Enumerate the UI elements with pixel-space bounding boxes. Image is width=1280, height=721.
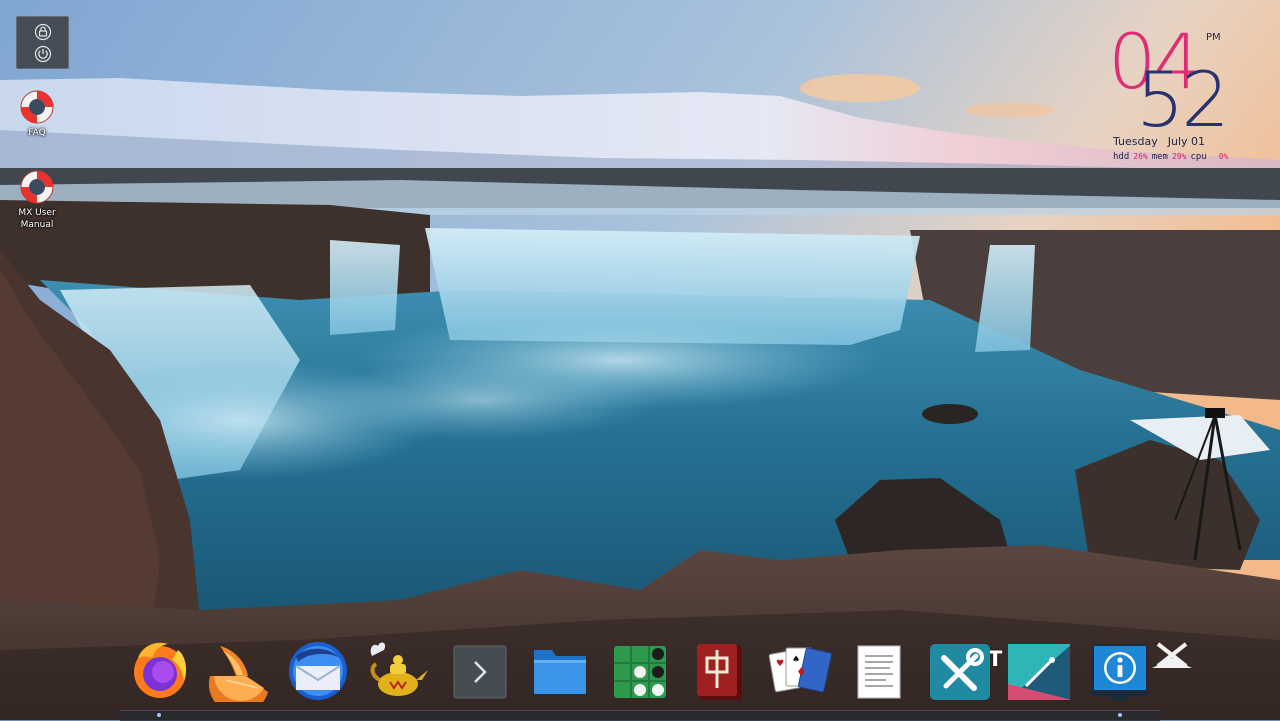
playing-cards-icon: ♥ ♠ ♦ (768, 647, 832, 693)
clementine-icon (208, 646, 268, 702)
thunderbird-icon (289, 642, 347, 700)
lifebuoy-icon (20, 90, 54, 124)
folder-icon (534, 650, 586, 694)
genie-lamp-icon (370, 642, 428, 696)
desktop-icon-mx-user-manual[interactable]: MX User Manual (7, 168, 67, 231)
dock-item-file-manager[interactable] (528, 636, 592, 706)
clock-widget: 04 52 PM Tuesday July 01 hdd 26% mem 29% cpu 0… (1108, 20, 1278, 164)
tweak-icon (1008, 644, 1070, 700)
hdd-value: 26% (1133, 152, 1148, 161)
dock-running-indicator (1118, 713, 1122, 717)
dock-item-thunderbird[interactable] (286, 636, 350, 706)
svg-text:♦: ♦ (796, 665, 807, 679)
clock-ampm: PM (1206, 32, 1221, 43)
power-icon[interactable] (34, 45, 52, 63)
wrench-cross-icon (1152, 642, 1192, 668)
mem-value: 29% (1171, 152, 1187, 161)
dock-item-settings[interactable] (1150, 636, 1214, 706)
info-icon (1092, 644, 1148, 700)
dock-item-text-editor[interactable] (848, 636, 912, 706)
dock: T ir (120, 636, 1200, 710)
firefox-icon (134, 642, 186, 698)
mem-label: mem (1151, 152, 1168, 162)
dock-item-firefox[interactable] (128, 636, 192, 706)
desktop-wallpaper (0, 0, 1280, 720)
terminal-icon (453, 645, 507, 699)
clock-minute: 52 (1136, 55, 1230, 144)
dock-running-indicator (157, 713, 161, 717)
dock-item-mx-tweak[interactable] (1006, 636, 1070, 706)
lifebuoy-icon (20, 170, 54, 204)
document-icon (857, 645, 901, 699)
tools-icon (930, 644, 990, 700)
mahjong-tile-icon (697, 644, 742, 700)
dock-bar (120, 710, 1160, 721)
svg-text:♥: ♥ (776, 659, 784, 669)
clock-date-value: July 01 (1167, 135, 1206, 148)
clock-day: Tuesday (1113, 135, 1158, 148)
session-panel (16, 16, 69, 69)
reversi-icon (614, 646, 666, 698)
cpu-label: cpu (1190, 152, 1207, 162)
dock-item-clementine[interactable] (206, 636, 270, 706)
dock-item-system-info[interactable] (1088, 636, 1152, 706)
dock-item-terminal[interactable] (448, 636, 512, 706)
dock-item-lamp[interactable] (366, 636, 430, 706)
dock-item-solitaire[interactable]: ♥ ♠ ♦ (768, 636, 832, 706)
desktop-icon-label: MX User Manual (18, 208, 56, 230)
clock-date: Tuesday July 01 (1113, 135, 1205, 148)
desktop-icon-label: FAQ (28, 128, 46, 138)
system-stats: hdd 26% mem 29% cpu 0% (1113, 152, 1228, 162)
dock-item-mahjongg[interactable] (688, 636, 752, 706)
svg-text:♠: ♠ (792, 655, 800, 665)
desktop-icon-faq[interactable]: FAQ (7, 88, 67, 139)
hdd-label: hdd (1113, 152, 1130, 162)
dock-item-reversi[interactable] (608, 636, 672, 706)
dock-item-mx-tools[interactable] (928, 636, 992, 706)
lock-icon[interactable] (34, 23, 52, 41)
cpu-value: 0% (1218, 152, 1229, 161)
